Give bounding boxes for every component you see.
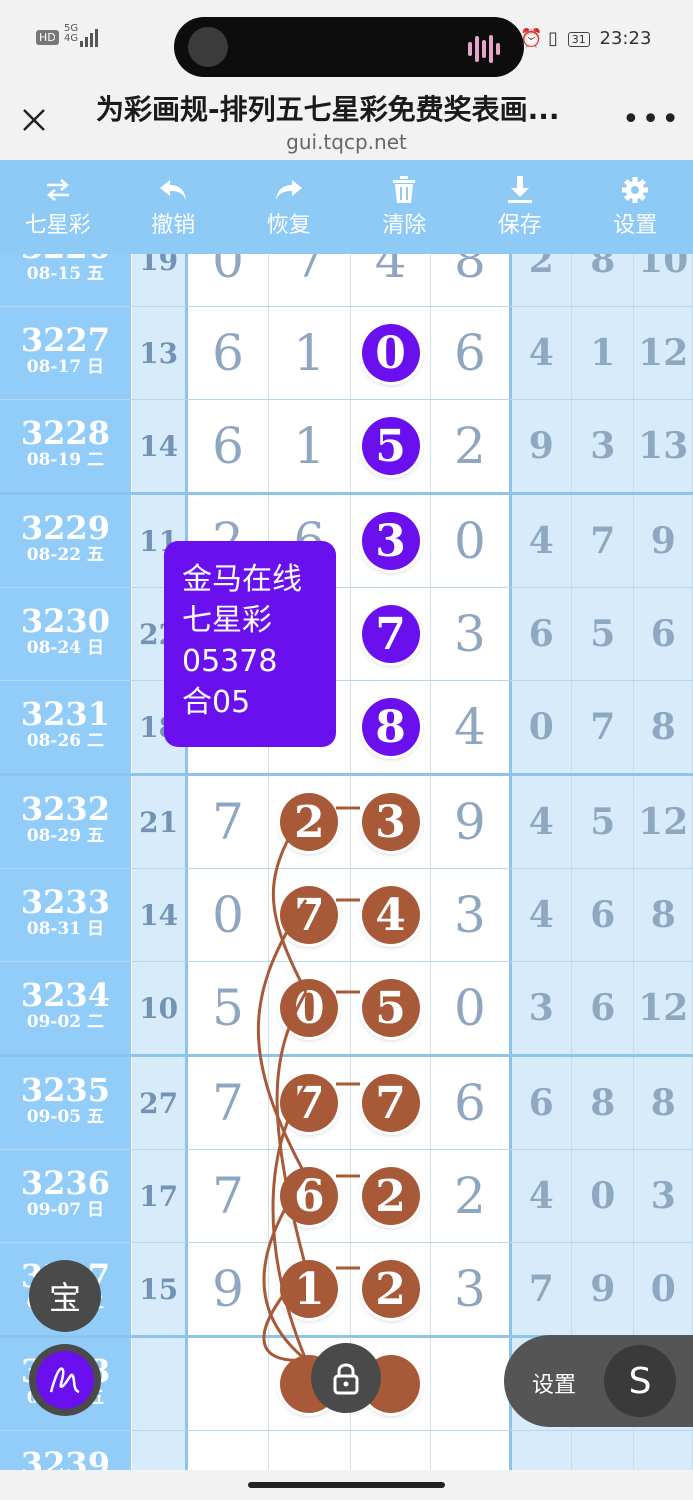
undo-button[interactable]: 撤销 xyxy=(116,160,232,254)
settings-button[interactable]: 设置 xyxy=(578,160,693,254)
settings-pill-label: 设置 xyxy=(532,1373,577,1398)
s-button[interactable]: S xyxy=(604,1345,676,1417)
signal-icon xyxy=(80,28,100,47)
lock-icon xyxy=(333,1363,359,1395)
save-button[interactable]: 保存 xyxy=(462,160,578,254)
lock-button[interactable] xyxy=(311,1343,381,1413)
prediction-note[interactable]: 金马在线 七星彩 05378 合05 xyxy=(164,541,336,747)
audio-wave-icon xyxy=(465,35,500,63)
clear-button[interactable]: 清除 xyxy=(347,160,463,254)
page-title: 为彩画规-排列五七星彩免费奖表画... xyxy=(96,93,560,126)
battery-icon: 31 xyxy=(567,31,590,47)
network-indicator: 5G 4G xyxy=(64,23,79,44)
avatar xyxy=(188,27,228,67)
redo-icon xyxy=(274,175,304,205)
trash-icon xyxy=(389,175,419,205)
hd-indicator: HD xyxy=(36,30,59,45)
treasure-button[interactable]: 宝 xyxy=(29,1260,101,1332)
alarm-icon: ⏰ xyxy=(520,28,543,49)
undo-icon xyxy=(158,175,188,205)
vibrate-icon: ▯ xyxy=(548,28,559,49)
toolbar: 七星彩 撤销 恢复 清除 保存 设置 xyxy=(0,160,693,254)
status-right: ⏰ ▯ 31 23:23 xyxy=(520,28,651,49)
tool-lottery-type[interactable]: 七星彩 xyxy=(0,160,116,254)
status-bar: HD 5G 4G ⏰ ▯ 31 23:23 xyxy=(0,0,693,80)
home-indicator[interactable] xyxy=(248,1482,445,1488)
settings-pill[interactable]: 设置 S xyxy=(504,1335,693,1427)
download-icon xyxy=(505,175,535,205)
lottery-grid[interactable]: 322608-15 五1907482810322708-17 日13610641… xyxy=(0,254,693,1470)
pen-tool-button[interactable] xyxy=(29,1344,101,1416)
trend-lines xyxy=(256,806,360,1362)
title-bar: 为彩画规-排列五七星彩免费奖表画... gui.tqcp.net ••• xyxy=(0,80,693,160)
page-url: gui.tqcp.net xyxy=(286,130,407,154)
gesture-bar xyxy=(0,1470,693,1500)
more-menu-icon[interactable]: ••• xyxy=(622,102,681,137)
swap-arrows-icon xyxy=(43,175,73,205)
redo-button[interactable]: 恢复 xyxy=(231,160,347,254)
pen-icon xyxy=(36,1351,94,1409)
clock: 23:23 xyxy=(599,28,652,49)
gear-icon xyxy=(620,175,650,205)
dynamic-island xyxy=(174,17,524,77)
